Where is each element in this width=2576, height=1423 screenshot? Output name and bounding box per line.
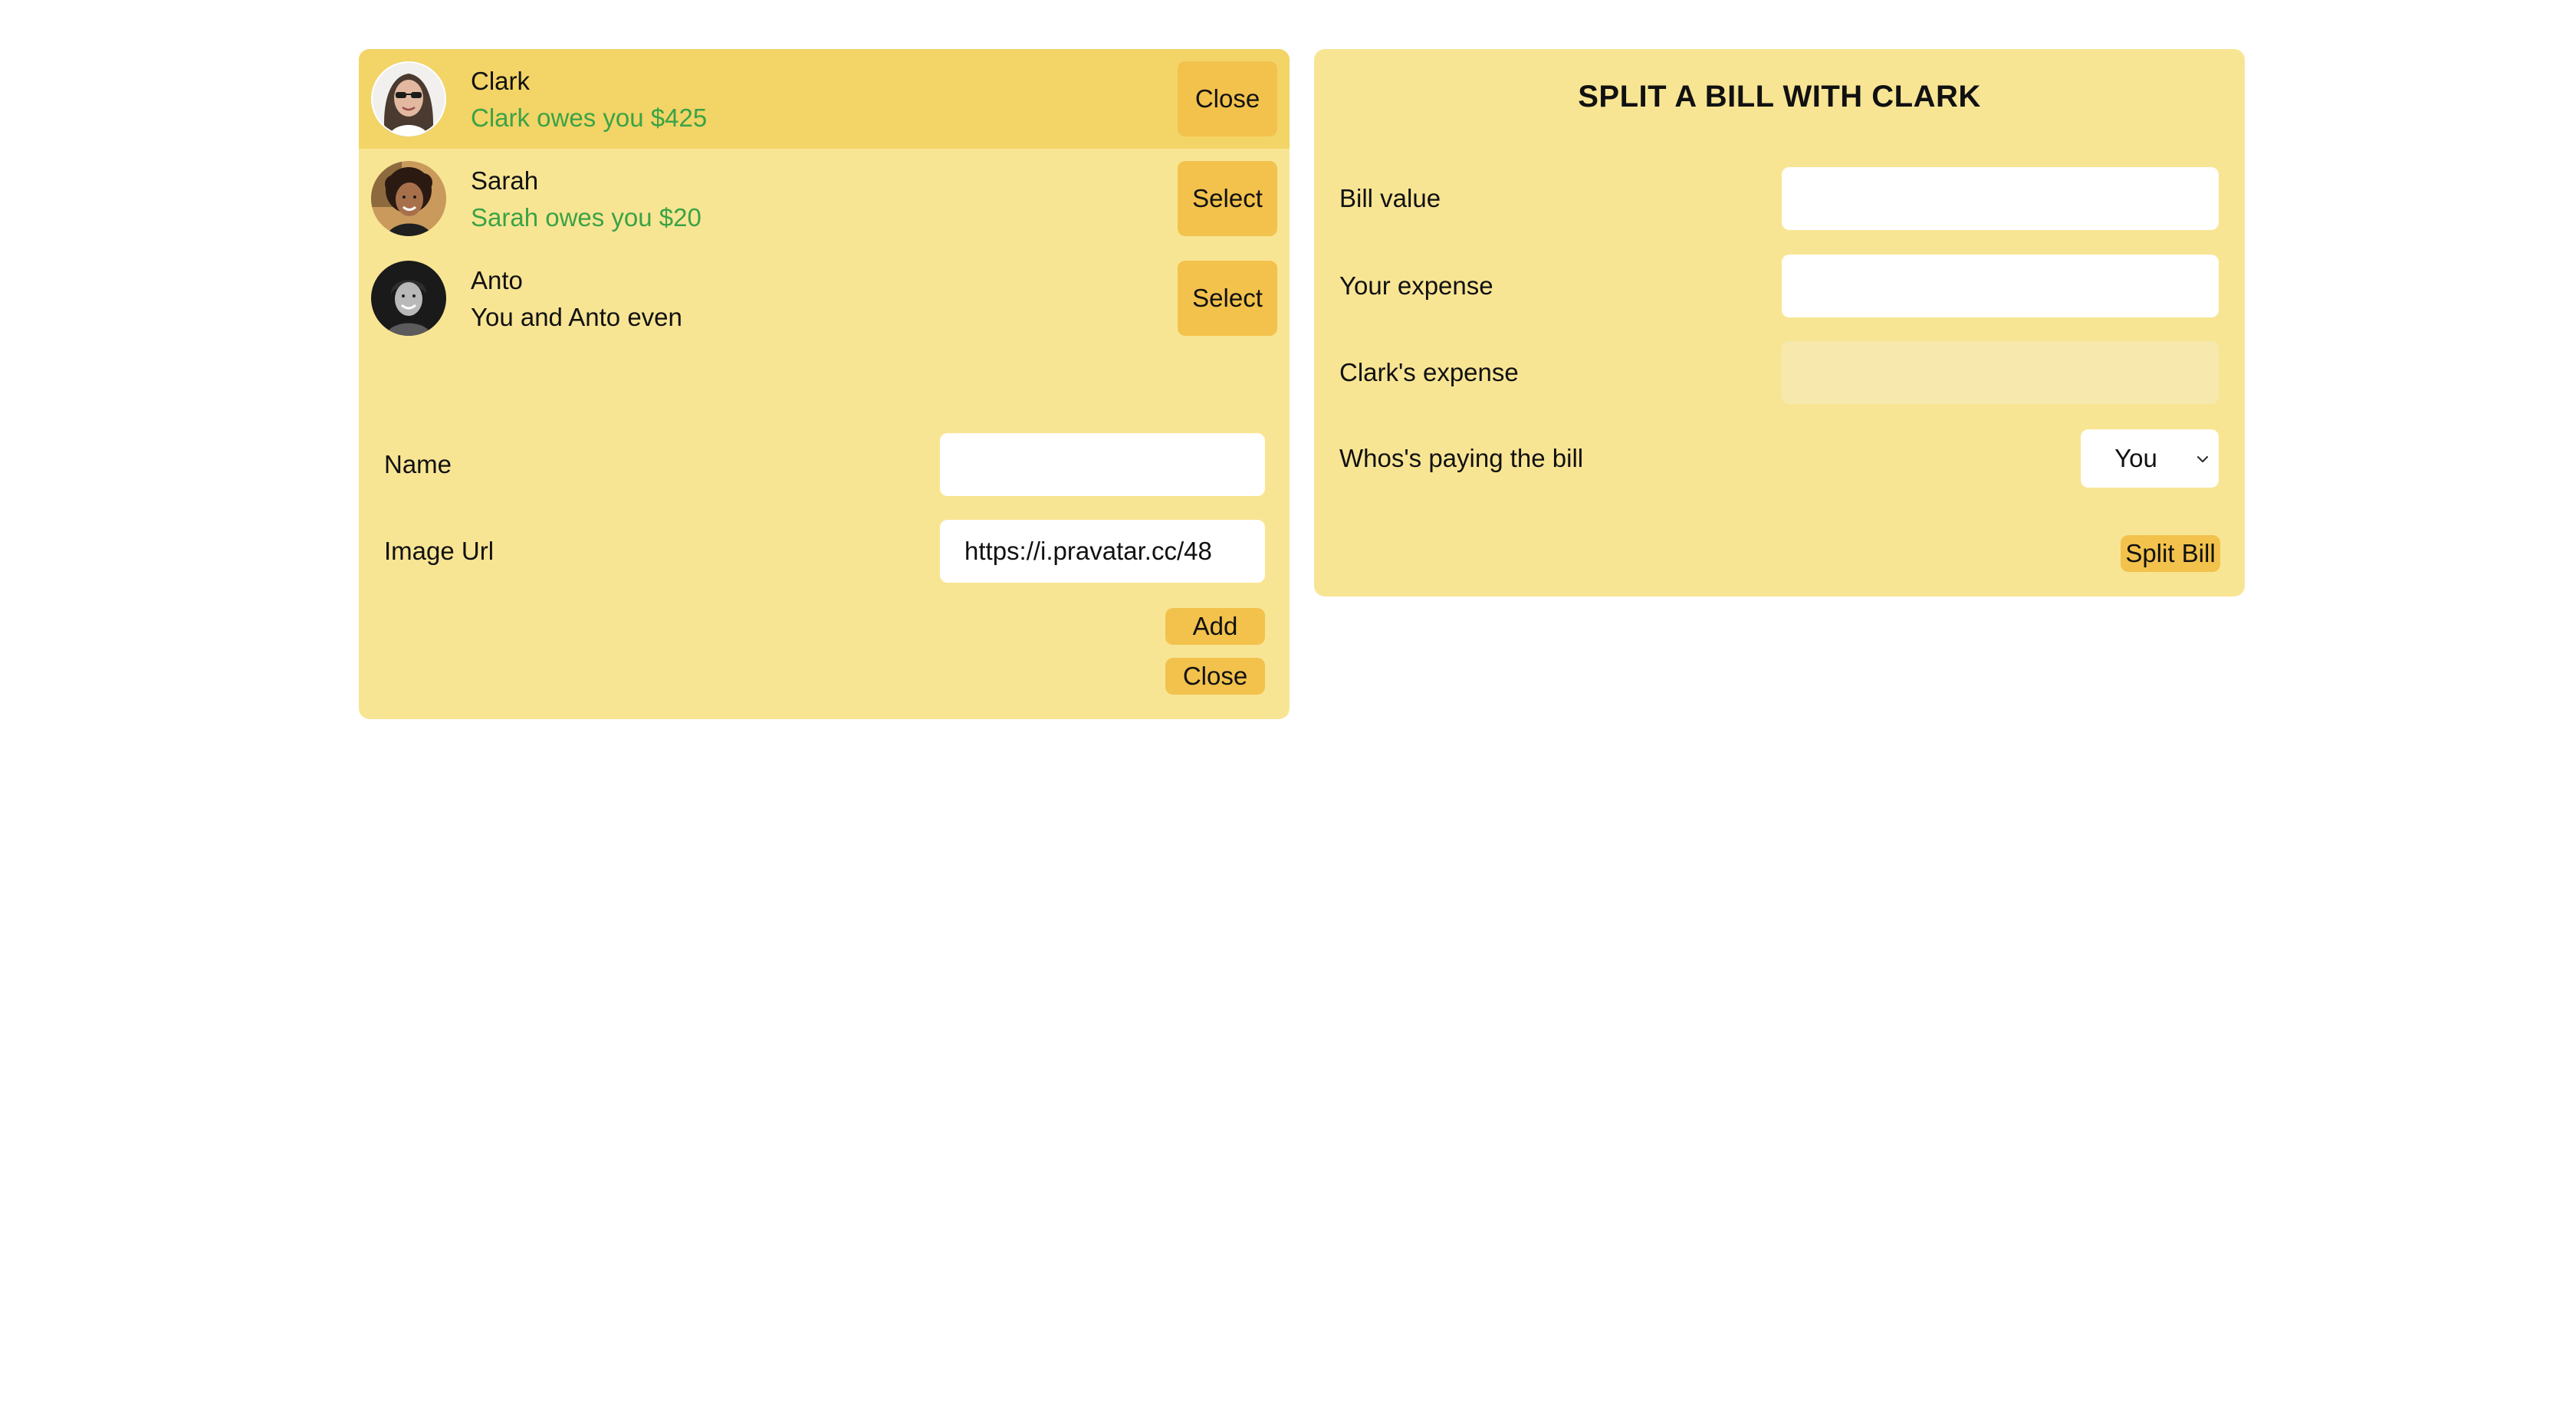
page: Clark Clark owes you $425 Close Sarah Sa… [0, 0, 2576, 1423]
friend-balance-status: You and Anto even [471, 303, 682, 331]
image-url-label: Image Url [384, 537, 495, 565]
avatar-man-grayscale-icon [371, 261, 446, 336]
friend-item-clark: Clark Clark owes you $425 Close [359, 49, 1290, 149]
payer-label: Whos's paying the bill [1339, 444, 1584, 472]
avatar-woman-sunglasses-icon [371, 61, 446, 136]
select-friend-button[interactable]: Select [1178, 161, 1277, 236]
friend-expense-row: Clark's expense [1314, 341, 2245, 404]
friends-panel: Clark Clark owes you $425 Close Sarah Sa… [359, 49, 1290, 719]
add-friend-button[interactable]: Add [1165, 608, 1265, 645]
friend-expense-label: Clark's expense [1339, 358, 1519, 386]
image-url-input[interactable] [940, 520, 1265, 583]
close-form-button[interactable]: Close [1165, 658, 1265, 695]
your-expense-label: Your expense [1339, 271, 1493, 300]
friend-name: Anto [471, 266, 523, 294]
payer-select[interactable]: You [2081, 429, 2219, 488]
bill-value-input[interactable] [1782, 167, 2219, 230]
your-expense-input[interactable] [1782, 255, 2219, 317]
name-label: Name [384, 450, 452, 478]
avatar-woman-curly-hair-icon [371, 161, 446, 236]
friend-name: Clark [471, 67, 531, 95]
name-row: Name [359, 433, 1290, 496]
image-url-row: Image Url [359, 520, 1290, 583]
friend-item-sarah: Sarah Sarah owes you $20 Select [359, 149, 1290, 248]
split-bill-panel: SPLIT A BILL WITH CLARK Bill value Your … [1314, 49, 2245, 596]
friend-balance-status: Clark owes you $425 [471, 104, 708, 132]
split-bill-title: SPLIT A BILL WITH CLARK [1578, 80, 1981, 113]
bill-value-row: Bill value [1314, 167, 2245, 230]
select-friend-button[interactable]: Select [1178, 261, 1277, 336]
payer-selected-value: You [2114, 444, 2157, 472]
friend-expense-input [1782, 341, 2219, 404]
friend-name: Sarah [471, 166, 539, 195]
your-expense-row: Your expense [1314, 255, 2245, 317]
friend-item-anto: Anto You and Anto even Select [359, 248, 1290, 348]
name-input[interactable] [940, 433, 1265, 496]
friend-balance-status: Sarah owes you $20 [471, 203, 702, 232]
bill-value-label: Bill value [1339, 184, 1441, 212]
split-bill-button[interactable]: Split Bill [2121, 535, 2220, 572]
payer-row: Whos's paying the bill You [1314, 429, 2245, 492]
close-friend-button[interactable]: Close [1178, 61, 1277, 136]
chevron-down-icon [2196, 455, 2209, 463]
